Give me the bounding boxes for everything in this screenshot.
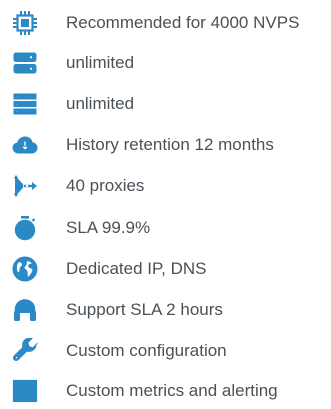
feature-item-items: unlimited — [0, 86, 331, 122]
database-rows-icon — [12, 91, 38, 117]
feature-item-configuration: Custom configuration — [0, 333, 331, 369]
server-icon — [12, 50, 38, 76]
stopwatch-icon — [12, 215, 38, 241]
globe-icon — [12, 256, 38, 282]
feature-text: Dedicated IP, DNS — [66, 259, 207, 278]
feature-text: unlimited — [66, 94, 135, 113]
feature-text: unlimited — [66, 53, 135, 72]
feature-item-storage: unlimited — [0, 45, 331, 81]
feature-item-nvps: Recommended for 4000 NVPS — [0, 5, 331, 41]
feature-text: Recommended for 4000 NVPS — [66, 13, 300, 32]
cpu-chip-icon — [12, 10, 38, 36]
cloud-download-icon — [12, 132, 38, 158]
feature-text: History retention 12 months — [66, 135, 274, 154]
feature-item-support: Support SLA 2 hours — [0, 292, 331, 328]
feature-item-proxies: 40 proxies — [0, 168, 331, 204]
feature-text: 40 proxies — [66, 176, 145, 195]
proxy-arrows-icon — [12, 173, 38, 199]
feature-text: Custom metrics and alerting — [66, 381, 278, 400]
headphones-icon — [12, 297, 38, 323]
feature-item-history: History retention 12 months — [0, 127, 331, 163]
feature-text: Custom configuration — [66, 341, 227, 360]
feature-item-sla: SLA 99.9% — [0, 210, 331, 246]
feature-item-dedicated-ip: Dedicated IP, DNS — [0, 251, 331, 287]
feature-text: SLA 99.9% — [66, 218, 151, 237]
bar-chart-icon — [12, 378, 38, 404]
wrench-icon — [12, 338, 38, 364]
feature-text: Support SLA 2 hours — [66, 300, 223, 319]
feature-list: Recommended for 4000 NVPS unlimited unli — [0, 0, 331, 404]
